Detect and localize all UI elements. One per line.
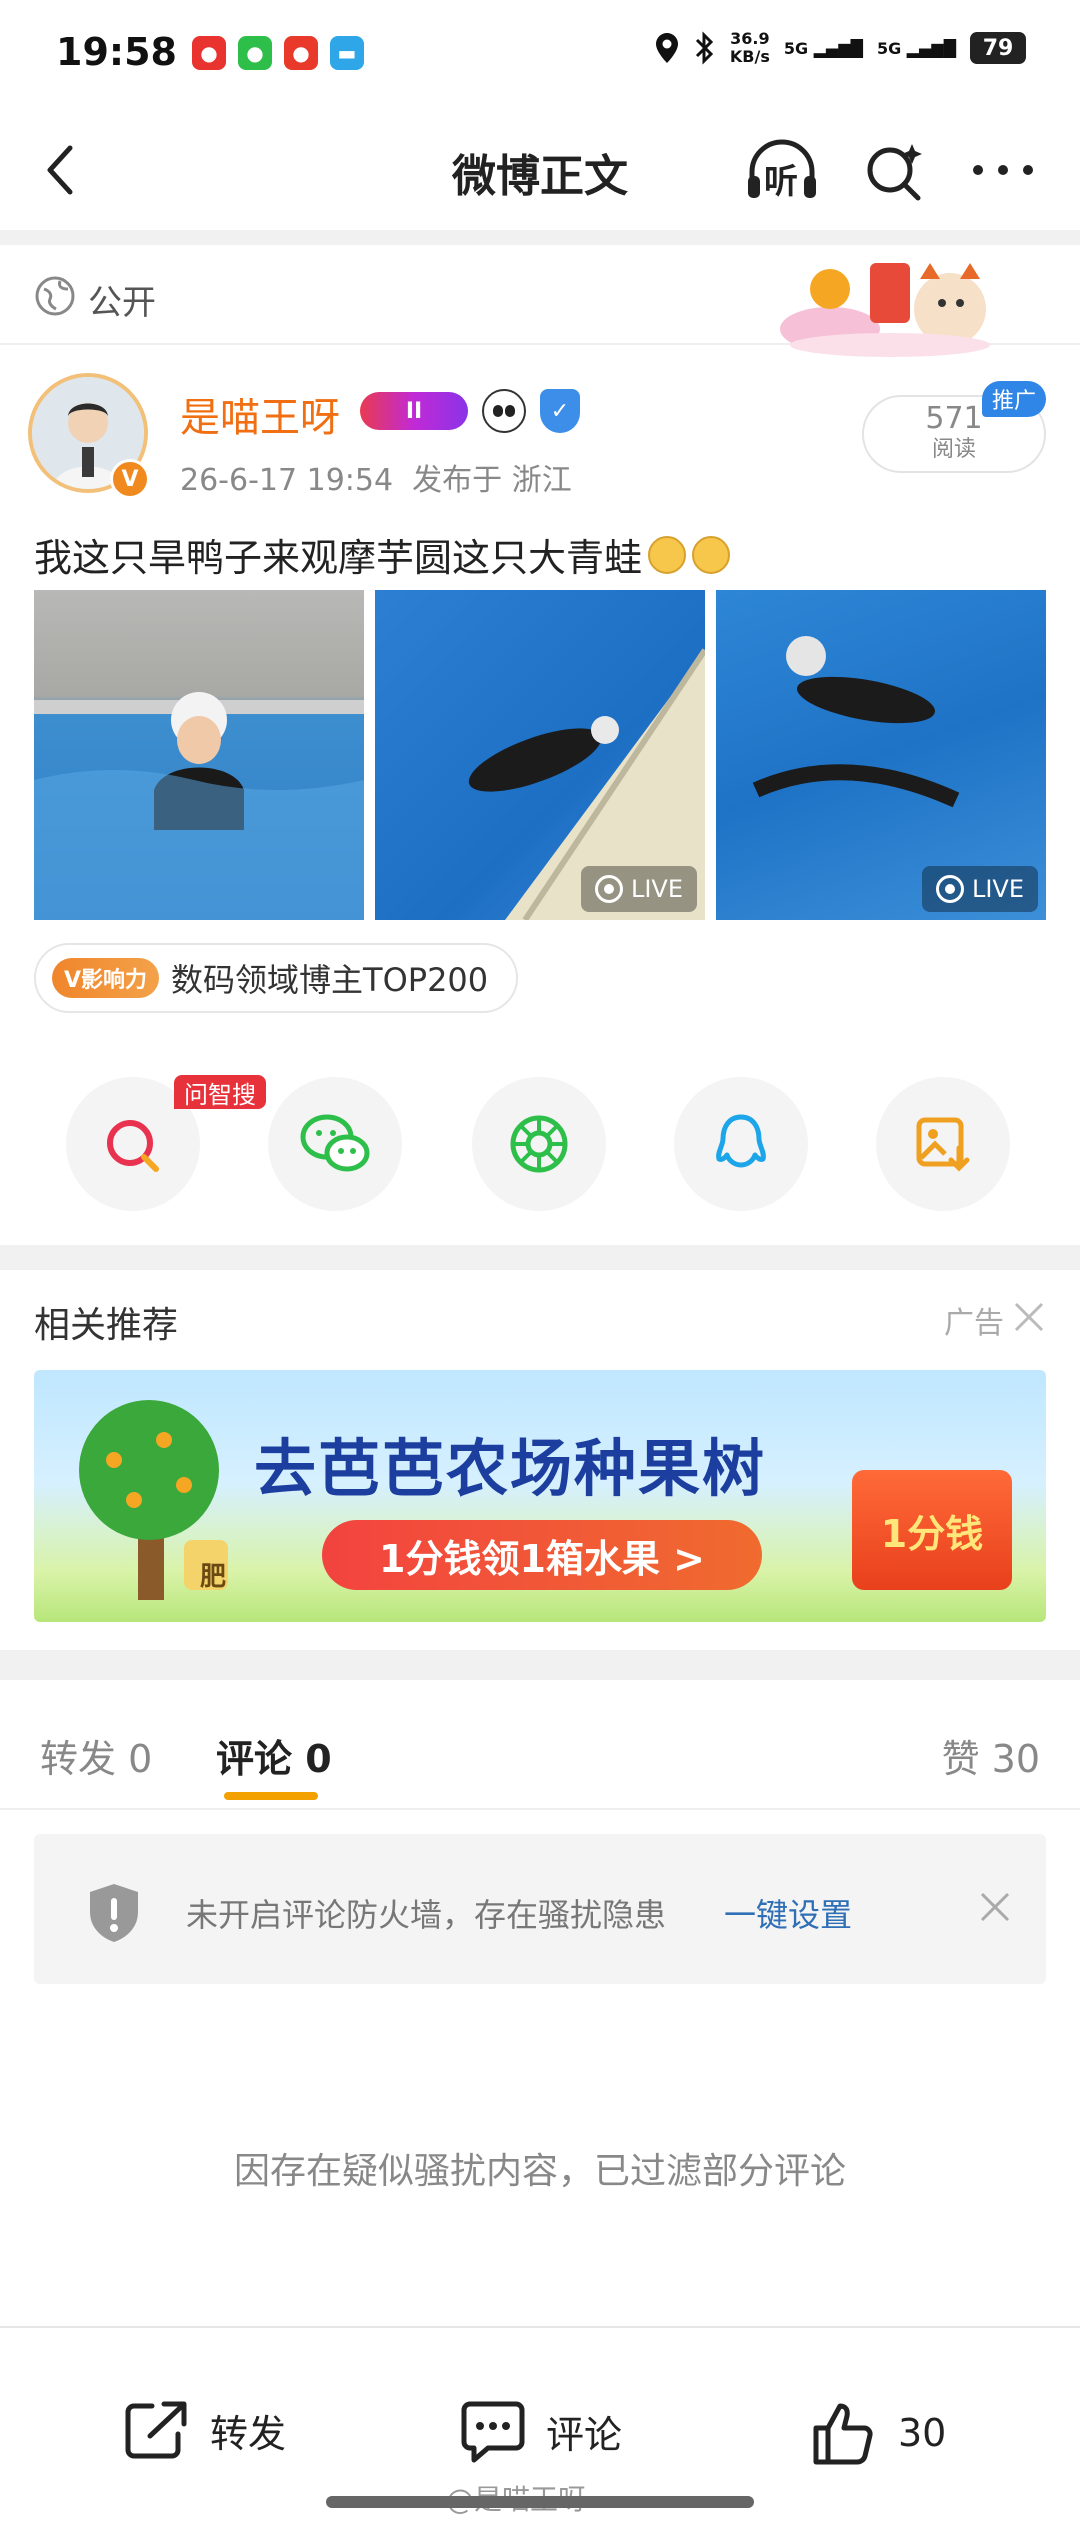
comment-button[interactable]: 评论 (458, 2398, 622, 2464)
banner-title: 去芭芭农场种果树 (254, 1432, 767, 1505)
status-time: 19:58 (56, 30, 177, 74)
wechat-icon (300, 1114, 370, 1172)
recommend-title: 相关推荐 (34, 1305, 179, 1346)
moments-icon (510, 1115, 568, 1173)
signal-2: 5G ▂▄▆█ (876, 38, 956, 58)
listen-button[interactable]: 听 (742, 138, 822, 202)
post-location: 发布于 浙江 (412, 463, 572, 498)
post-card: 公开 V 是喵王呀 II ✓ 26-6-17 19:54 发布于 浙江 571 … (0, 245, 1080, 1245)
more-icon[interactable] (968, 140, 1038, 200)
status-bar: 19:58 ● ● ● ▬ 36.9 KB/s 5G ▂▄▆█ 5G ▂▄▆█ 7… (0, 0, 1080, 110)
app-root: 19:58 ● ● ● ▬ 36.9 KB/s 5G ▂▄▆█ 5G ▂▄▆█ 7… (0, 0, 1080, 2532)
banner-fruit-box: 1分钱 (852, 1470, 1012, 1590)
user-badges: II ✓ (360, 389, 580, 433)
search-icon[interactable] (862, 140, 928, 206)
tab-comments[interactable]: 评论 0 (216, 1728, 332, 1783)
swimmer-photo-1 (34, 692, 364, 920)
repost-label: 转发 (210, 2411, 287, 2456)
banner-cta-button[interactable]: 1分钱领1箱水果 > (322, 1520, 762, 1590)
firewall-setup-link[interactable]: 一键设置 (724, 1890, 852, 1936)
comment-icon (461, 2401, 525, 2463)
fertilizer-tag: 肥 (200, 1562, 227, 1592)
qq-icon (716, 1114, 766, 1168)
repost-icon (125, 2401, 187, 2459)
visibility-row: 公开 (0, 245, 1080, 357)
related-recommend: 相关推荐 广告 肥 去芭芭农场种果树 1分钱领1箱水果 > 1分钱 (0, 1270, 1080, 1650)
promote-tag[interactable]: 推广 (982, 381, 1046, 417)
comments-section: 转发 0 评论 0 赞 30 未开启评论防火墙，存在骚扰隐患 一键设置 因存在疑… (0, 1680, 1080, 2330)
location-icon (655, 33, 678, 63)
weibo-icon: ● (284, 36, 318, 70)
doge-emoji-icon (692, 535, 731, 574)
post-text: 我这只旱鸭子来观摩芋圆这只大青蛙 (34, 527, 731, 582)
nav-bar: 微博正文 听 (0, 110, 1080, 230)
comment-firewall-notice: 未开启评论防火墙，存在骚扰隐患 一键设置 (34, 1834, 1046, 1984)
live-photo-badge: LIVE (580, 866, 697, 912)
doge-emoji-icon (648, 535, 687, 574)
share-wechat-button[interactable] (268, 1077, 402, 1211)
like-button[interactable]: 30 (810, 2398, 946, 2468)
post-photo-1[interactable] (34, 590, 364, 920)
firewall-text: 未开启评论防火墙，存在骚扰隐患 (186, 1896, 667, 1934)
share-qq-button[interactable] (674, 1077, 808, 1211)
close-icon[interactable] (978, 1890, 1012, 1924)
status-right: 36.9 KB/s 5G ▂▄▆█ 5G ▂▄▆█ 79 (654, 30, 1026, 66)
level-badge[interactable]: II (360, 392, 468, 430)
thumbs-up-icon (813, 2403, 873, 2465)
ad-label: 广告 (944, 1306, 1004, 1341)
comment-label: 评论 (546, 2412, 623, 2457)
globe-icon (35, 276, 75, 316)
card-app-icon: ▬ (330, 36, 364, 70)
post-photo-3[interactable]: LIVE (716, 590, 1046, 920)
share-moments-button[interactable] (472, 1077, 606, 1211)
tab-reposts[interactable]: 转发 0 (40, 1728, 152, 1783)
influence-text: 数码领域博主TOP200 (171, 961, 489, 999)
live-label: LIVE (971, 875, 1024, 903)
visibility-label: 公开 (88, 283, 156, 323)
save-image-button[interactable] (876, 1077, 1010, 1211)
read-label: 阅读 (931, 437, 976, 462)
festive-decoration-icon (780, 263, 990, 357)
ad-banner[interactable]: 肥 去芭芭农场种果树 1分钱领1箱水果 > 1分钱 (34, 1370, 1046, 1622)
panda-icon[interactable] (482, 389, 526, 433)
post-body: 我这只旱鸭子来观摩芋圆这只大青蛙 (34, 536, 643, 580)
status-app-icons: ● ● ● ▬ (192, 36, 364, 70)
network-speed: 36.9 KB/s (729, 29, 770, 66)
influence-badge[interactable]: V影响力 数码领域博主TOP200 (34, 943, 519, 1013)
post-timestamp: 26-6-17 19:54 (180, 463, 394, 498)
filtered-comments-notice: 因存在疑似骚扰内容，已过滤部分评论 (233, 2151, 846, 2192)
verified-badge: V (110, 459, 150, 499)
username[interactable]: 是喵王呀 (180, 385, 340, 443)
shield-warning-icon (90, 1884, 138, 1942)
shield-badge-icon[interactable]: ✓ (540, 389, 580, 433)
signal-1: 5G ▂▄▆█ (783, 38, 863, 58)
live-icon (935, 875, 964, 903)
like-count: 30 (898, 2411, 947, 2455)
close-ad-icon[interactable] (1012, 1300, 1046, 1334)
post-meta: 26-6-17 19:54 发布于 浙江 (180, 455, 572, 499)
wechat-icon: ● (238, 36, 272, 70)
smart-search-tag: 问智搜 (174, 1075, 266, 1109)
live-photo-badge: LIVE (921, 866, 1038, 912)
live-label: LIVE (630, 875, 683, 903)
listen-label: 听 (764, 162, 798, 202)
notification-app-icon: ● (192, 36, 226, 70)
tabs-divider (0, 1808, 1080, 1810)
bluetooth-icon (695, 31, 714, 65)
tab-likes[interactable]: 赞 30 (942, 1728, 1040, 1783)
home-indicator[interactable] (326, 2496, 754, 2508)
active-tab-indicator (224, 1792, 318, 1800)
post-photo-2[interactable]: LIVE (375, 590, 705, 920)
save-image-icon (916, 1117, 970, 1172)
battery-indicator: 79 (970, 32, 1026, 64)
smart-search-icon (107, 1120, 159, 1172)
repost-button[interactable]: 转发 (122, 2398, 286, 2462)
influence-tag: V影响力 (52, 958, 160, 998)
live-icon (594, 875, 623, 903)
